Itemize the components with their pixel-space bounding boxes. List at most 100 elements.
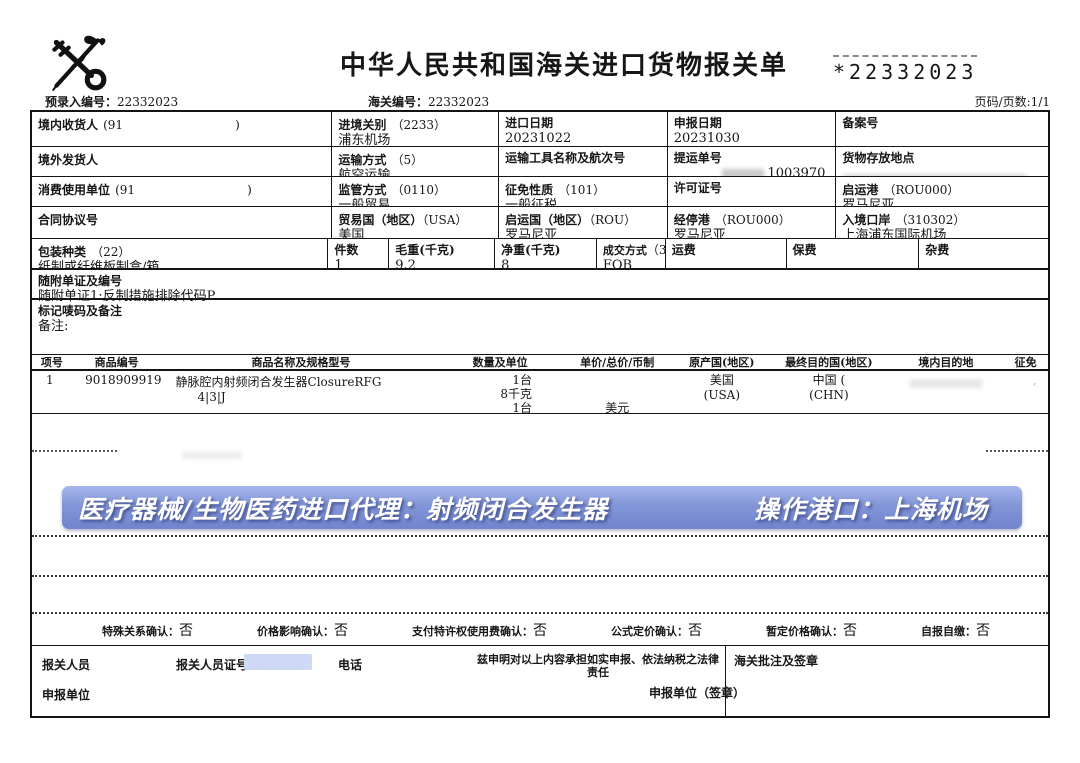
- form-row-2: 境外发货人 运输方式 （5） 航空运输 运输工具名称及航次号 提运单号 1003…: [32, 147, 1048, 177]
- goods-item-no: 1: [32, 373, 72, 413]
- customs-declaration-form: 中华人民共和国海关进口货物报关单 *22332023 预录入编号：2233202…: [0, 0, 1080, 763]
- field-trade-country: 贸易国（地区）（USA） 美国: [331, 207, 498, 238]
- field-packing-type: 包装种类 （22） 纸制或纤维板制盒/箱: [32, 239, 327, 268]
- field-value: 浦东机场: [338, 133, 492, 146]
- declarant-block: 报关人员 报关人员证号 电话 兹申明对以上内容承担如实申报、依法纳税之法律责任 …: [32, 646, 725, 716]
- field-code: （USA）: [422, 213, 467, 227]
- field-code: （3）: [647, 243, 665, 257]
- field-code: （5）: [392, 153, 424, 167]
- goods-header-destination-country: 最终目的国(地区): [769, 354, 889, 370]
- goods-hs-code: 9018909919: [72, 373, 162, 413]
- goods-price-currency: 美元: [560, 373, 675, 413]
- agency-watermark-banner: 医疗器械/生物医药进口代理：射频闭合发生器 操作港口：上海机场: [62, 486, 1022, 529]
- field-label: 货物存放地点: [842, 149, 1042, 166]
- field-overseas-consignor: 境外发货人: [32, 147, 331, 176]
- field-label: 征免性质: [505, 183, 553, 197]
- field-value: 20231030: [674, 131, 830, 146]
- field-value: 一般征税: [505, 198, 661, 206]
- field-supervision-mode: 监管方式 （0110） 一般贸易: [331, 177, 498, 206]
- confirm-provisional-price: 暂定价格确认：否: [766, 620, 857, 640]
- blank-section: 医疗器械/生物医药进口代理：射频闭合发生器 操作港口：上海机场: [32, 414, 1048, 614]
- field-label: 启运国（地区）: [505, 213, 589, 227]
- page-title: 中华人民共和国海关进口货物报关单: [340, 45, 788, 82]
- field-label: 随附单证及编号: [38, 272, 1042, 289]
- field-gross-weight: 毛重(千克) 9.2: [388, 239, 494, 268]
- footer-section: 报关人员 报关人员证号 电话 兹申明对以上内容承担如实申报、依法纳税之法律责任 …: [32, 646, 1048, 716]
- field-label: 杂费: [925, 241, 1042, 258]
- confirm-value: 否: [688, 623, 702, 639]
- field-value: 1003970: [768, 166, 826, 176]
- field-import-date: 进口日期 20231022: [498, 112, 667, 146]
- phone-label: 电话: [338, 656, 362, 673]
- goods-header-item-no: 项号: [32, 354, 72, 370]
- field-label: 标记唛码及备注: [38, 302, 1042, 319]
- field-value: 20231022: [505, 131, 661, 146]
- goods-table-header: 项号 商品编号 商品名称及规格型号 数量及单位 单价/总价/币制 原产国(地区)…: [32, 355, 1048, 371]
- confirm-royalty-payment: 支付特许权使用费确认：否: [412, 620, 547, 640]
- field-levy-nature: 征免性质 （101） 一般征税: [498, 177, 667, 206]
- goods-destination: 中国 ( (CHN): [769, 373, 889, 413]
- goods-levy-exempt: ,: [1003, 373, 1048, 413]
- confirm-label: 自报自缴：: [921, 625, 976, 638]
- declare-unit-label: 申报单位: [42, 686, 90, 703]
- declaration-barcode-number: *22332023: [833, 55, 977, 84]
- redaction-blur: [182, 452, 242, 459]
- confirm-label: 公式定价确认：: [611, 625, 688, 638]
- field-freight: 运费: [665, 239, 786, 268]
- field-value: 罗马尼亚: [674, 228, 830, 238]
- goods-qty-unit: 1台 8千克 1台: [440, 373, 560, 413]
- page-count: 页码/页数:1/1: [975, 93, 1050, 110]
- field-label: 净重(千克): [501, 241, 590, 258]
- dotted-separator-right: [986, 450, 1048, 452]
- field-label: 保费: [793, 241, 913, 258]
- confirm-self-declare-pay: 自报自缴：否: [921, 620, 990, 640]
- field-label: 运输工具名称及航次号: [505, 149, 661, 166]
- field-label: 监管方式: [338, 183, 386, 197]
- goods-destination-name: 中国 (: [769, 373, 889, 388]
- goods-domestic-destination: [889, 373, 1004, 413]
- goods-header-levy-exempt: 征免: [1003, 354, 1048, 370]
- field-value: 8: [501, 258, 590, 268]
- field-transit-port: 经停港 （ROU000） 罗马尼亚: [667, 207, 836, 238]
- goods-name-spec: 静脉腔内射频闭合发生器ClosureRFG 4|3|J: [162, 373, 441, 413]
- confirm-special-relation: 特殊关系确认：否: [102, 620, 193, 640]
- field-record-number: 备案号: [835, 112, 1048, 146]
- field-label: 备案号: [842, 114, 1042, 131]
- customs-number: 海关编号：22332023: [368, 93, 489, 110]
- confirm-formula-pricing: 公式定价确认：否: [611, 620, 702, 640]
- customs-endorsement-block: 海关批注及签章: [725, 646, 1048, 716]
- dotted-rule: [32, 575, 1048, 577]
- field-label: 件数: [334, 241, 382, 258]
- field-label: 启运港: [842, 183, 878, 197]
- field-storage-place: 货物存放地点: [835, 147, 1048, 176]
- goods-header-domestic-destination: 境内目的地: [889, 354, 1004, 370]
- field-label: 境外发货人: [38, 153, 98, 167]
- field-marks-remarks: 标记唛码及备注 备注:: [32, 300, 1048, 355]
- cert-number-redaction: [244, 654, 312, 670]
- field-value: 美国: [338, 228, 492, 238]
- field-departure-country: 启运国（地区）（ROU） 罗马尼亚: [498, 207, 667, 238]
- field-misc-fees: 杂费: [918, 239, 1048, 268]
- field-code-close: ): [247, 183, 252, 197]
- declare-unit-seal-label: 申报单位（签章）: [617, 684, 777, 701]
- confirm-value: 否: [976, 623, 990, 639]
- field-value: 航空运输: [338, 168, 492, 176]
- redaction-blur: [910, 379, 982, 388]
- goods-qty1: 1台: [440, 373, 532, 387]
- dotted-rule: [32, 535, 1048, 537]
- field-label: 包装种类: [38, 245, 86, 259]
- declarant-label: 报关人员: [42, 656, 90, 673]
- field-label: 入境口岸: [842, 213, 890, 227]
- field-label: 提运单号: [674, 149, 830, 166]
- field-code: (91: [115, 183, 135, 197]
- pre-entry-value: 22332023: [117, 95, 178, 109]
- field-label: 运费: [672, 241, 780, 258]
- china-customs-emblem-icon: [44, 30, 110, 92]
- goods-table-row: 1 9018909919 静脉腔内射频闭合发生器ClosureRFG 4|3|J…: [32, 371, 1048, 414]
- field-label: 运输方式: [338, 153, 386, 167]
- field-transaction-mode: 成交方式（3） FOB: [596, 239, 665, 268]
- field-code: （22）: [91, 245, 130, 259]
- field-value: FOB: [603, 258, 659, 268]
- field-label: 许可证号: [674, 179, 830, 196]
- field-value: 上海浦东国际机场: [842, 228, 1042, 238]
